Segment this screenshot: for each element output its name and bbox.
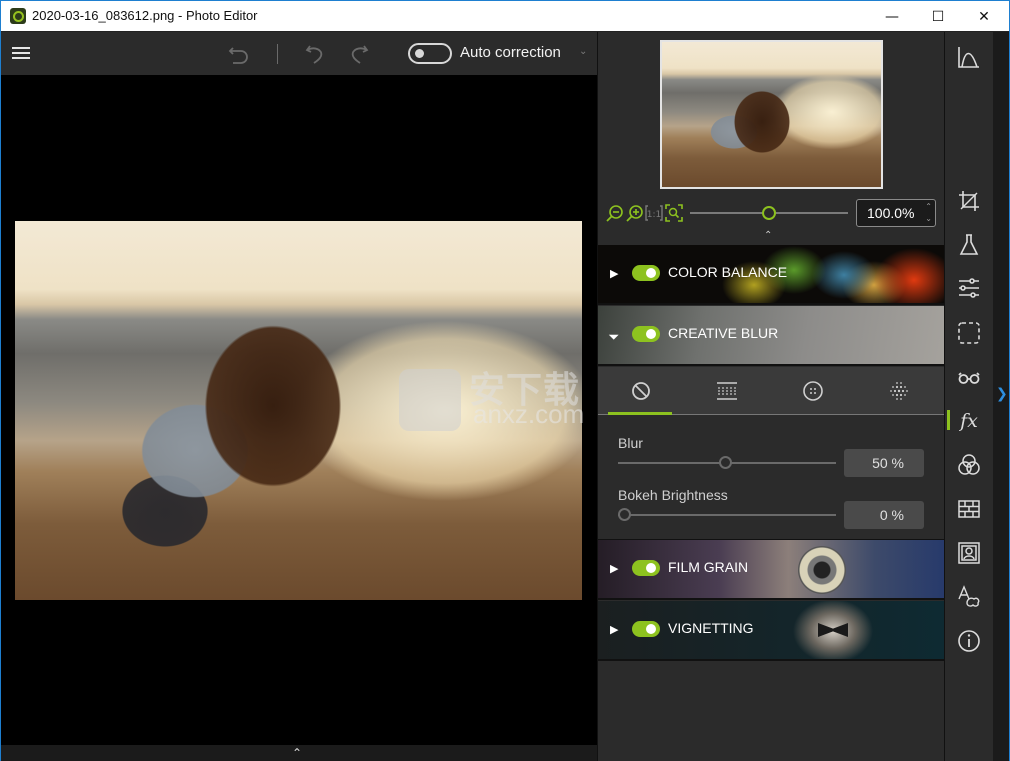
- zoom-percentage-input[interactable]: 100.0% ⌃ ⌄: [856, 199, 936, 227]
- effect-color-balance[interactable]: ▶ COLOR BALANCE: [598, 245, 944, 305]
- creative-blur-settings: Blur 50 % Bokeh Brightness 0 %: [598, 367, 944, 541]
- texture-brick-icon[interactable]: [957, 497, 981, 521]
- collapse-navigator-icon[interactable]: ⌃: [764, 230, 772, 241]
- radial-blur-icon: [803, 381, 823, 401]
- filmstrip-toggle-bar[interactable]: ⌃: [1, 745, 597, 761]
- hamburger-icon[interactable]: [12, 47, 30, 59]
- redo-icon[interactable]: [347, 42, 371, 66]
- expand-arrow-icon[interactable]: ▶: [610, 623, 618, 636]
- crop-icon[interactable]: [957, 189, 981, 213]
- effect-enable-toggle[interactable]: [632, 326, 660, 342]
- zoom-in-icon[interactable]: [626, 204, 644, 222]
- window-title: 2020-03-16_083612.png - Photo Editor: [32, 8, 258, 23]
- watermark: 安下载 anxz.com: [399, 361, 611, 431]
- tool-rail: fx: [944, 32, 993, 761]
- tab-blur-custom[interactable]: [856, 367, 942, 415]
- blur-mode-tabs: [598, 367, 944, 415]
- zoom-value: 100.0%: [867, 205, 915, 221]
- close-button[interactable]: ✕: [961, 1, 1007, 32]
- expand-arrow-icon[interactable]: ▶: [610, 562, 618, 575]
- tab-blur-none[interactable]: [598, 367, 684, 415]
- image-canvas[interactable]: 安下载 anxz.com: [1, 75, 597, 745]
- toolbar-divider: [277, 44, 278, 64]
- chevron-up-icon[interactable]: ⌃: [292, 746, 302, 760]
- blur-value-field[interactable]: 50 %: [844, 449, 924, 477]
- chevron-down-icon[interactable]: ⌄: [579, 46, 587, 57]
- title-bar: 2020-03-16_083612.png - Photo Editor — ☐…: [1, 1, 1009, 32]
- svg-text:1:1: 1:1: [647, 210, 661, 220]
- selection-icon[interactable]: [957, 321, 981, 345]
- flask-icon[interactable]: [957, 233, 981, 257]
- info-icon[interactable]: [957, 629, 981, 653]
- effect-vignetting[interactable]: ▶ VIGNETTING: [598, 601, 944, 661]
- app-logo-icon: [10, 8, 26, 24]
- tab-blur-radial[interactable]: [770, 367, 856, 415]
- zoom-slider-thumb[interactable]: [762, 206, 776, 220]
- histogram-icon[interactable]: [957, 45, 981, 69]
- editor-pane: Auto correction ⌄ 安下载 anxz.com ⌃: [1, 32, 597, 761]
- chevron-right-icon[interactable]: ❯: [996, 386, 1008, 402]
- expand-arrow-icon[interactable]: ▶: [610, 267, 618, 280]
- effect-enable-toggle[interactable]: [632, 560, 660, 576]
- effect-label: FILM GRAIN: [668, 559, 749, 575]
- actual-size-icon[interactable]: 1:1: [645, 204, 663, 222]
- bokeh-brightness-value-field[interactable]: 0 %: [844, 501, 924, 529]
- effect-label: VIGNETTING: [668, 620, 754, 636]
- bokeh-brightness-slider-thumb[interactable]: [618, 508, 631, 521]
- bokeh-brightness-label: Bokeh Brightness: [618, 487, 728, 503]
- adjustments-icon[interactable]: [957, 276, 981, 300]
- spin-up-icon[interactable]: ⌃: [925, 202, 932, 211]
- effect-film-grain[interactable]: ▶ FILM GRAIN: [598, 540, 944, 600]
- spin-down-icon[interactable]: ⌄: [925, 214, 932, 223]
- watermark-logo-icon: [399, 369, 461, 431]
- side-panel-expander[interactable]: ❯: [993, 32, 1009, 761]
- custom-blur-icon: [890, 382, 908, 400]
- auto-correction-label: Auto correction: [460, 44, 561, 61]
- linear-blur-icon: [717, 382, 737, 400]
- undo-icon[interactable]: [303, 42, 327, 66]
- bokeh-brightness-slider-track[interactable]: [618, 514, 836, 516]
- fit-to-screen-icon[interactable]: [665, 204, 683, 222]
- active-tool-indicator: [947, 410, 950, 430]
- photo-editor-window: 2020-03-16_083612.png - Photo Editor — ☐…: [0, 0, 1010, 761]
- text-effects-icon[interactable]: [957, 585, 981, 609]
- fx-icon[interactable]: fx: [957, 409, 981, 433]
- minimize-button[interactable]: —: [869, 1, 915, 32]
- watermark-subtext: anxz.com: [473, 399, 585, 429]
- maximize-button[interactable]: ☐: [915, 1, 961, 32]
- editor-toolbar: Auto correction ⌄: [1, 32, 597, 75]
- undo-all-icon[interactable]: [227, 42, 251, 66]
- effect-creative-blur[interactable]: ◢ CREATIVE BLUR: [598, 306, 944, 366]
- effect-enable-toggle[interactable]: [632, 265, 660, 281]
- auto-correction-toggle[interactable]: [408, 43, 452, 64]
- tab-blur-linear[interactable]: [684, 367, 770, 415]
- adjustment-panel: 1:1 100.0% ⌃ ⌄ ⌃ ▶ COLOR BALANCE ◢ CREAT…: [597, 32, 944, 761]
- zoom-controls: 1:1 100.0% ⌃ ⌄: [598, 198, 945, 228]
- camera-lens-graphic: [798, 546, 846, 594]
- bowtie-graphic: [788, 601, 878, 659]
- blur-slider-thumb[interactable]: [719, 456, 732, 469]
- blur-label: Blur: [618, 435, 643, 451]
- effect-label: CREATIVE BLUR: [668, 325, 779, 341]
- portrait-frame-icon[interactable]: [957, 541, 981, 565]
- effect-enable-toggle[interactable]: [632, 621, 660, 637]
- color-circles-icon[interactable]: [957, 453, 981, 477]
- zoom-out-icon[interactable]: [606, 204, 624, 222]
- no-blur-icon: [632, 382, 650, 400]
- effect-label: COLOR BALANCE: [668, 264, 788, 280]
- navigator-thumbnail[interactable]: [660, 40, 883, 189]
- glasses-icon[interactable]: [957, 365, 981, 389]
